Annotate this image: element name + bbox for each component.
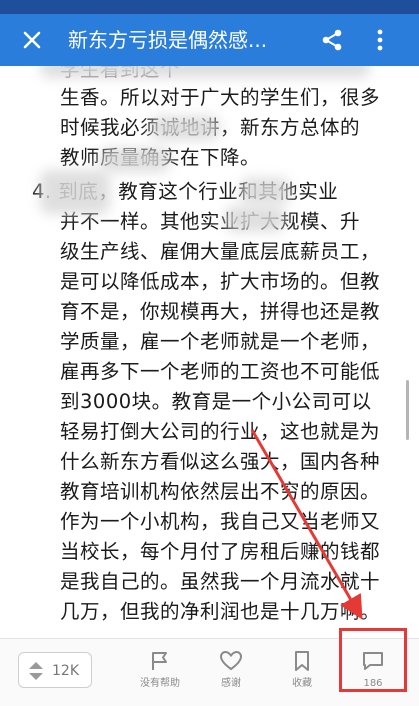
heart-icon — [219, 650, 243, 671]
comment-button[interactable]: 186 — [343, 645, 403, 699]
bottom-action-bar: 12K 没有帮助 感谢 收藏 186 — [0, 638, 419, 706]
blur-mask — [40, 66, 370, 78]
article-line: 并不一样。其他实业扩大规模、升 — [60, 210, 361, 233]
article-line: 轻易打倒大公司的行业，这也就是为 — [60, 420, 381, 443]
article-line: 生香。所以对于广大的学生们，很多 — [60, 86, 381, 109]
article-line: 育不是，你规模再大，拼得也还是教 — [60, 300, 381, 323]
article-line: 什么新东方看似这么强大，国内各种 — [60, 450, 381, 473]
comment-count: 186 — [363, 678, 383, 689]
flag-icon — [152, 652, 167, 670]
bookmark-icon — [295, 651, 309, 671]
article-line: 几万，但我的净利润也是十几万啊。 — [60, 600, 381, 623]
blur-mask — [150, 116, 220, 140]
blur-mask — [40, 170, 110, 214]
close-icon[interactable] — [18, 26, 46, 54]
comment-icon — [363, 652, 383, 670]
more-vert-icon[interactable] — [366, 26, 394, 54]
app-bar: 新东方亏损是偶然感... — [0, 14, 419, 66]
article-line: 是我自己的。虽然我一个月流水就十 — [60, 570, 381, 593]
page-title: 新东方亏损是偶然感... — [68, 28, 268, 52]
article-line: 到3000块。教育是一个小公司可以 — [60, 390, 372, 413]
collect-button[interactable]: 收藏 — [272, 645, 332, 699]
article-line: 是可以降低成本，扩大市场的。但教 — [60, 270, 381, 293]
status-bar — [0, 0, 419, 14]
article-line: 教育培训机构依然层出不穷的原因。 — [60, 480, 381, 503]
article-body: 学生看到这个 生香。所以对于广大的学生们，很多 时候我必须诚地讲，新东方总体的 … — [0, 66, 419, 638]
article-line: 级生产线、雇佣大量底层底薪员工， — [60, 240, 381, 263]
collect-label: 收藏 — [292, 678, 312, 689]
vote-arrows-icon — [29, 662, 43, 680]
scrollbar-thumb[interactable] — [406, 380, 409, 440]
thanks-button[interactable]: 感谢 — [201, 645, 261, 699]
blur-mask — [240, 178, 290, 204]
blur-mask — [225, 206, 285, 232]
share-icon[interactable] — [318, 26, 346, 54]
article-line: 作为一个小机构，我自己又当老师又 — [60, 510, 381, 533]
unhelpful-label: 没有帮助 — [140, 678, 180, 689]
blur-mask — [100, 148, 170, 172]
vote-button[interactable]: 12K — [18, 652, 92, 688]
article-line: 当校长，每个月付了房租后赚的钱都 — [60, 540, 381, 563]
article-line: 学质量，雇一个老师就是一个老师， — [60, 330, 381, 353]
thanks-label: 感谢 — [221, 678, 241, 689]
vote-count: 12K — [52, 663, 79, 679]
unhelpful-button[interactable]: 没有帮助 — [130, 645, 190, 699]
article-line: 雇再多下一个老师的工资也不可能低 — [60, 360, 381, 383]
